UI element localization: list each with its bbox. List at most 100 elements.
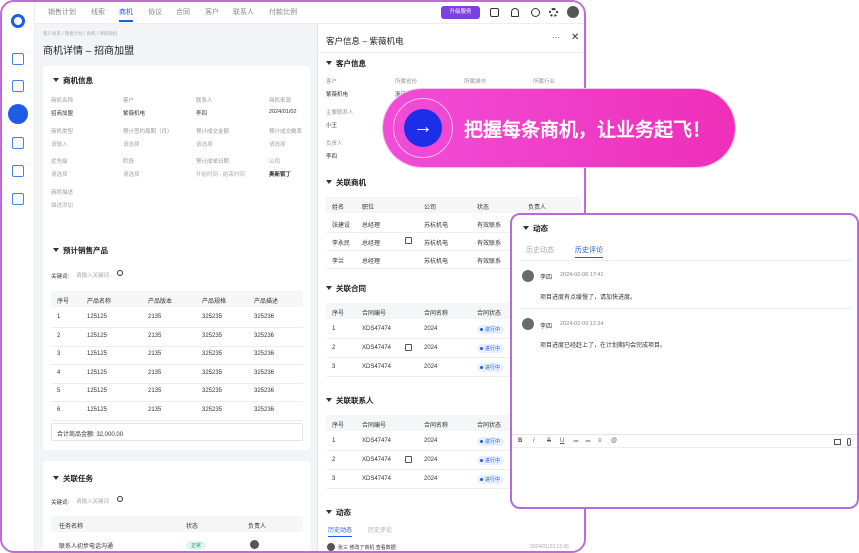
bullet-list-button[interactable]: ≔ [573,438,579,445]
app-window: 销售计划 线索 商机 协议 合同 客户 联系人 付款比例 升级服务 客户关系 /… [0,0,586,553]
strike-button[interactable]: S [547,438,551,444]
field-label: 预计成单日期 [196,159,230,165]
open-link-icon[interactable] [405,344,412,351]
search-icon[interactable] [117,496,123,502]
field-select[interactable]: 请选择 [51,170,68,178]
collapse-icon[interactable] [326,286,332,290]
italic-button[interactable]: I [533,438,535,444]
open-link-icon[interactable] [405,456,412,463]
ordered-list-button[interactable]: ≔ [585,438,591,445]
table-cell: 125125 [87,314,108,320]
tab-history-activity[interactable]: 历史动态 [526,245,554,255]
description-input[interactable]: 描述添加 [51,201,73,209]
bold-button[interactable]: B [518,438,522,444]
collapse-icon[interactable] [326,61,332,65]
table-cell[interactable]: 张建设 [332,220,350,229]
nav-item-active[interactable]: 商机 [119,7,133,22]
nav-item[interactable]: 联系人 [233,7,254,17]
attachment-icon[interactable] [847,438,851,446]
list-icon[interactable] [12,165,24,177]
date-range-picker[interactable]: 开始时间 - 结束时间 [196,170,245,178]
status-badge: 进行中 [477,437,505,446]
close-icon[interactable]: ✕ [571,32,579,43]
table-cell[interactable]: XDS47474 [362,364,391,370]
field-value: 紫薇机电 [123,111,146,117]
collapse-icon[interactable] [53,476,59,480]
field-label: 预计签约周期（月） [123,129,173,135]
avatar [522,270,534,282]
field-input[interactable]: 请输入 [51,140,68,148]
table-cell: 有效联系 [477,241,502,247]
nav-item[interactable]: 线索 [91,7,105,17]
collapse-icon[interactable] [53,78,59,82]
field-select[interactable]: 请选择 [123,140,140,148]
field-value: 2024/01/02 [269,109,297,115]
table-cell[interactable]: XDS47474 [362,457,391,463]
column-header: 序号 [332,423,345,429]
column-header: 合同编号 [362,311,387,317]
table-cell: 2135 [148,351,162,357]
table-cell: 总经理 [362,259,381,265]
field-value: 奥新钡丁 [269,172,292,178]
column-header: 产品版本 [148,299,173,305]
nav-item[interactable]: 付款比例 [269,7,297,17]
field-label: 所属行业 [533,79,556,85]
open-link-icon[interactable] [405,237,412,244]
table-cell: 325236 [254,406,275,413]
home-icon[interactable] [12,53,24,65]
status-badge: 进行中 [477,344,505,353]
underline-button[interactable]: U [560,438,564,444]
globe-icon[interactable] [531,8,540,17]
table-cell[interactable]: XDS47474 [362,476,391,482]
table-cell[interactable]: XDS47474 [362,326,391,332]
tab-history-comments[interactable]: 历史评论 [575,245,603,258]
add-icon[interactable] [12,80,24,92]
nav-item[interactable]: 协议 [148,7,162,17]
column-header: 序号 [57,299,70,305]
collapse-icon[interactable] [326,398,332,402]
task-search-input[interactable]: 请输入关键词 [73,494,126,506]
task-name[interactable]: 联系人初步电话沟通 [59,541,113,550]
calendar-icon[interactable] [490,8,499,17]
comment-editor[interactable] [512,449,857,507]
table-cell[interactable]: 李永民 [332,238,350,247]
tab-history-comments[interactable]: 历史评论 [368,525,392,534]
bell-icon[interactable] [511,8,519,17]
image-icon[interactable] [834,439,841,445]
nav-item[interactable]: 客户 [205,7,219,17]
align-button[interactable]: ≡ [598,438,602,444]
table-cell[interactable]: 李兰 [332,256,344,265]
upgrade-button[interactable]: 升级服务 [441,6,480,19]
field-select[interactable]: 请选择 [123,170,140,178]
collapse-icon[interactable] [53,248,59,252]
column-header: 序号 [332,311,345,317]
collapse-icon[interactable] [523,226,529,230]
table-cell[interactable]: XDS47474 [362,345,391,351]
arrow-button[interactable]: → [404,109,442,147]
more-icon[interactable]: ··· [552,33,560,42]
nav-item[interactable]: 合同 [176,7,190,17]
comment-user: 李四 [540,324,553,330]
table-cell: 4 [57,369,61,376]
keyword-search-input[interactable]: 请输入关键词 [73,268,126,280]
collapse-icon[interactable] [326,510,332,514]
table-cell[interactable]: XDS47474 [362,438,391,444]
document-icon[interactable] [12,193,24,205]
status-badge: 进行中 [477,475,505,484]
sidebar-item-opportunity[interactable] [8,104,28,124]
user-avatar[interactable] [567,6,579,18]
tab-history-activity[interactable]: 历史动态 [328,525,353,537]
section-title: 客户信息 [326,58,366,69]
table-cell: 5 [57,388,61,394]
field-select[interactable]: 请选择 [196,140,213,148]
mention-button[interactable]: @ [611,438,617,444]
arrow-right-icon: → [413,116,433,138]
search-icon[interactable] [117,270,123,276]
settings-icon[interactable] [549,8,558,17]
banner-text: 把握每条商机，让业务起飞！ [464,120,712,141]
column-header: 合同状态 [477,423,502,429]
calendar-icon[interactable] [12,137,24,149]
field-select[interactable]: 请选择 [269,140,286,148]
nav-item[interactable]: 销售计划 [48,7,76,17]
collapse-icon[interactable] [326,180,332,184]
